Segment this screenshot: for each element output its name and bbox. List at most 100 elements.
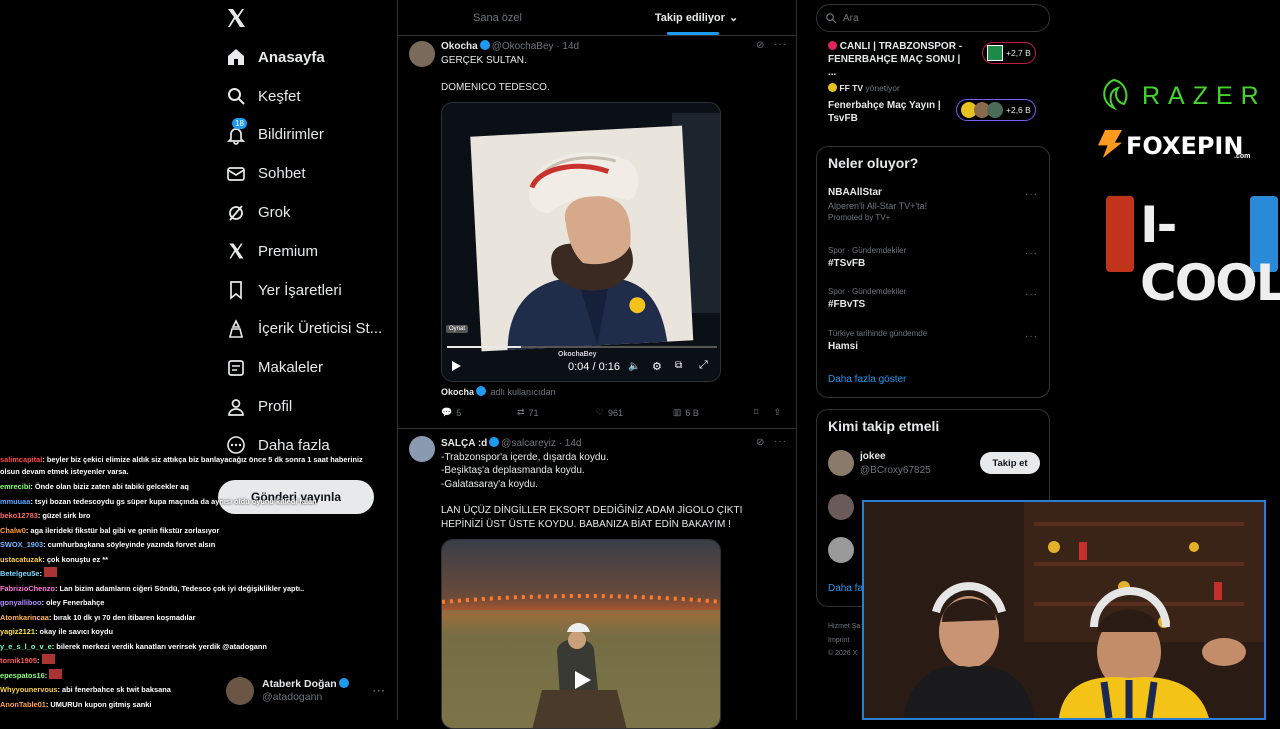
grok-icon[interactable]: ⊘ (756, 437, 764, 448)
chat-line: Betelgeu5e: (0, 567, 380, 582)
icool-can-icon (1106, 196, 1134, 272)
trend-name: #FBvTS (828, 299, 866, 310)
nav-item-profile[interactable]: Profil (222, 387, 392, 426)
video-player[interactable] (441, 539, 721, 729)
trend-name: Hamsi (828, 341, 859, 352)
play-button-icon[interactable] (449, 359, 463, 373)
more-options-icon[interactable]: ··· (1025, 289, 1038, 300)
nav-item-notifications[interactable]: 18 Bildirimler (222, 116, 392, 155)
live-listeners-pill[interactable]: +2,7 B (982, 42, 1036, 64)
nav-item-messages[interactable]: Sohbet (222, 154, 392, 193)
chat-message: : (44, 670, 48, 680)
trend-category: Türkiye tarihinde gündemde (828, 329, 928, 338)
avatar[interactable] (409, 436, 435, 462)
chat-message: : beyler biz çekici elimize aldık siz at… (0, 455, 363, 476)
more-options-icon[interactable]: ··· (774, 436, 787, 447)
search-input[interactable] (843, 12, 1023, 24)
views-button[interactable]: ▥ 6 B (673, 407, 754, 418)
avatar[interactable] (828, 494, 854, 520)
chat-message: : (39, 569, 42, 578)
footer-link[interactable]: Hizmet Şa (828, 620, 860, 634)
search-icon (226, 86, 246, 106)
settings-gear-icon[interactable]: ⚙ (652, 360, 662, 373)
tweet[interactable]: SALÇA :d @salcareyiz · 14d ⊘ ··· -Trabzon… (398, 430, 796, 729)
fullscreen-icon[interactable]: ⤢ (699, 359, 708, 372)
avatar[interactable] (409, 41, 435, 67)
live-host[interactable]: FF TV yönetiyor (828, 83, 900, 93)
chevron-down-icon: ⌄ (728, 12, 739, 24)
suggestion-name: jokee (860, 451, 886, 462)
bookmark-icon (226, 280, 246, 300)
tweet[interactable]: Okocha @OkochaBey · 14d ⊘ ··· GERÇEK SULT… (398, 37, 796, 429)
nav-item-articles[interactable]: Makaleler (222, 348, 392, 387)
repost-button[interactable]: ⇄ 71 (517, 407, 596, 418)
more-options-icon[interactable]: ··· (1025, 331, 1038, 342)
chat-line: beko12783: güzel sirk bro (0, 509, 380, 524)
suggestion-info[interactable]: jokee @BCroxy67825 (860, 450, 931, 478)
trend-name: #TSvFB (828, 258, 866, 269)
tweet-time[interactable]: · 14d (559, 438, 582, 449)
nav-item-premium[interactable]: Premium (222, 232, 392, 271)
x-logo-icon[interactable] (224, 6, 248, 30)
tweet-header: SALÇA :d @salcareyiz · 14d (441, 437, 581, 449)
chat-line: epespatos16: (0, 668, 380, 684)
chat-line: salimcapital: beyler biz çekici elimize … (0, 454, 380, 478)
volume-icon[interactable]: 🔈 (628, 361, 640, 372)
sponsor-foxepin-domain: .com (1234, 153, 1251, 160)
nav-item-creator-studio[interactable]: İçerik Üreticisi St... (222, 310, 392, 349)
trend-item[interactable]: Spor · Gündemdekiler #FBvTS ··· (828, 287, 1040, 310)
nav-item-bookmarks[interactable]: Yer İşaretleri (222, 271, 392, 310)
live-space-title[interactable]: CANLI | TRABZONSPOR - FENERBAHÇE MAÇ SON… (828, 40, 968, 79)
nav-item-label: Daha fazla (258, 436, 330, 454)
source-name[interactable]: Okocha (441, 387, 474, 397)
nav-item-label: Yer İşaretleri (258, 281, 342, 299)
show-more-link[interactable]: Daha fazla göster (828, 374, 906, 385)
bookmark-icon[interactable]: ⌑ (754, 407, 774, 418)
host-name: FF TV (839, 83, 863, 93)
live-listeners-pill[interactable]: +2,6 B (956, 99, 1036, 121)
video-player[interactable]: Oynat OkochaBey 0:04 / 0:16 🔈 ⚙ ⧉ ⤢ (441, 102, 721, 382)
author-name[interactable]: SALÇA :d (441, 438, 487, 449)
pip-icon[interactable]: ⧉ (675, 360, 682, 371)
nav-item-grok[interactable]: Grok (222, 193, 392, 232)
share-icon[interactable]: ⇪ (773, 407, 781, 418)
author-handle[interactable]: @OkochaBey (492, 41, 554, 52)
avatar[interactable] (828, 537, 854, 563)
author-name[interactable]: Okocha (441, 41, 478, 52)
stream-chat-overlay: salimcapital: beyler biz çekici elimize … (0, 454, 380, 712)
chat-message: : okay ile savıcı koydu (34, 627, 113, 636)
chat-message: : aga ilerideki fikstür bal gibi ve geni… (25, 525, 220, 535)
chat-message: : UMURUn kupon gitmiş sanki (45, 699, 152, 709)
reply-count: 5 (456, 407, 462, 418)
trend-item[interactable]: Türkiye tarihinde gündemde Hamsi ··· (828, 329, 1040, 352)
nav-item-home[interactable]: Anasayfa (222, 38, 392, 77)
chat-username: beko12783 (0, 511, 38, 520)
tab-following[interactable]: Takip ediliyor ⌄ (597, 0, 796, 35)
more-options-icon[interactable]: ··· (1025, 248, 1038, 259)
grok-icon[interactable]: ⊘ (756, 40, 764, 51)
more-options-icon[interactable]: ··· (774, 39, 787, 50)
show-more-link[interactable]: Daha fa (828, 583, 863, 594)
more-options-icon[interactable]: ··· (1025, 189, 1038, 200)
video-source[interactable]: Okocha adlı kullanıcıdan (441, 386, 556, 397)
trend-item[interactable]: Spor · Gündemdekiler #TSvFB ··· (828, 246, 1040, 269)
nav-item-label: Makaleler (258, 359, 324, 377)
search-bar[interactable] (816, 4, 1050, 32)
footer-link[interactable]: Imprint (828, 634, 860, 648)
trend-item[interactable]: NBAAllStar Alperen'li All-Star TV+'ta! P… (828, 187, 1040, 222)
tweet-time[interactable]: · 14d (556, 41, 579, 52)
reply-button[interactable]: 💬 5 (441, 407, 517, 418)
avatar[interactable] (828, 450, 854, 476)
nav-item-explore[interactable]: Keşfet (222, 77, 392, 116)
nav-item-label: Sohbet (258, 165, 306, 183)
chat-username: Chalw0 (0, 525, 26, 535)
live-space-title[interactable]: Fenerbahçe Maç Yayın | TsvFB (828, 99, 958, 125)
chat-line: FabrizioChenzo: Lan bizim adamların ciğe… (0, 582, 380, 597)
chat-message: : bırak 10 dk yı 70 den itibaren koşmadı… (48, 612, 196, 622)
follow-button[interactable]: Takip et (980, 452, 1040, 474)
chat-username: y_e_s_l_o_v_e (0, 641, 52, 651)
like-button[interactable]: ♡ 961 (596, 407, 673, 418)
author-handle[interactable]: @salcareyiz (501, 438, 556, 449)
play-button-icon[interactable] (570, 668, 594, 692)
tab-for-you[interactable]: Sana özel (398, 0, 597, 35)
